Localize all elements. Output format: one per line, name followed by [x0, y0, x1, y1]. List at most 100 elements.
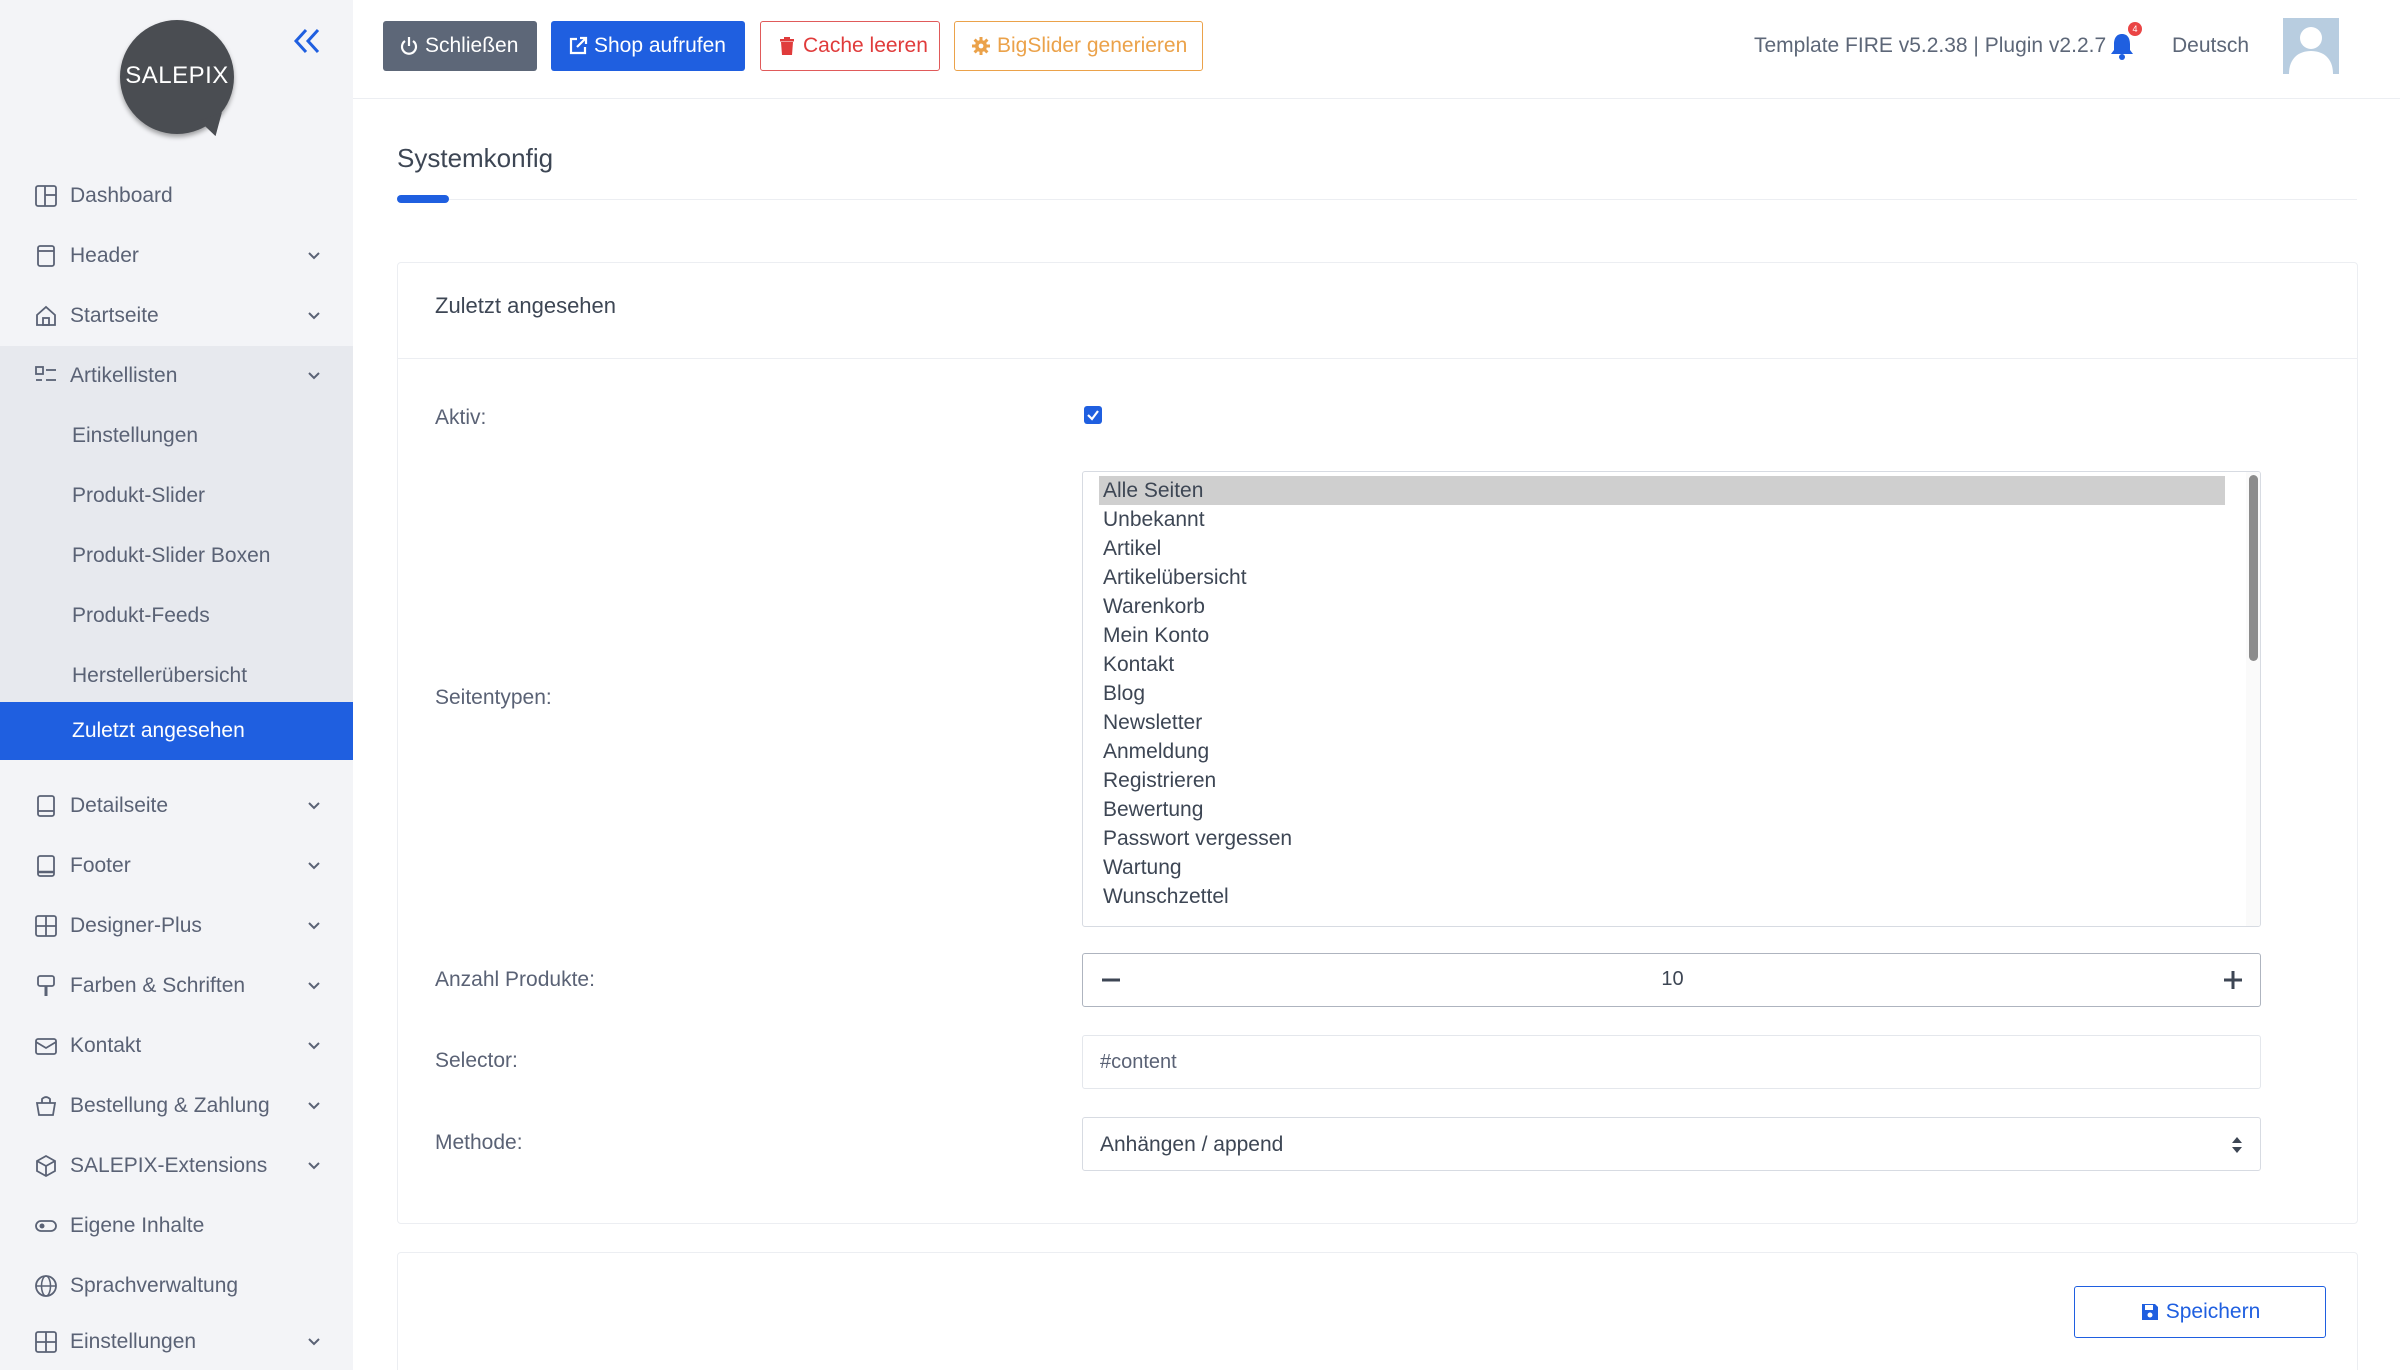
settings-card: Zuletzt angesehen Aktiv: Seitentypen: Al…	[397, 262, 2358, 1224]
header-icon	[37, 245, 55, 267]
sidebar-item-eigene-inhalte[interactable]: Eigene Inhalte	[0, 1196, 353, 1256]
chevron-down-icon	[308, 862, 320, 870]
listbox-option[interactable]: Anmeldung	[1099, 737, 2225, 766]
sidebar-item-bestellung-zahlung[interactable]: Bestellung & Zahlung	[0, 1076, 353, 1136]
language-selector[interactable]: Deutsch	[2172, 34, 2249, 58]
listbox-option[interactable]: Wartung	[1099, 853, 2225, 882]
listbox-scrollbar-thumb[interactable]	[2249, 475, 2258, 661]
sidebar-item-farben-schriften[interactable]: Farben & Schriften	[0, 956, 353, 1016]
sidebar-item-label: Artikellisten	[70, 364, 178, 387]
sidebar-item-dashboard[interactable]: Dashboard	[0, 166, 353, 226]
product-count-stepper: 10	[1082, 953, 2261, 1007]
listbox-option[interactable]: Newsletter	[1099, 708, 2225, 737]
pagetypes-listbox[interactable]: Alle Seiten Unbekannt Artikel Artikelübe…	[1082, 471, 2261, 927]
chevron-down-icon	[308, 312, 320, 320]
sort-arrows-icon	[2232, 1137, 2242, 1153]
sidebar-subitem-zuletzt-angesehen[interactable]: Zuletzt angesehen	[0, 702, 353, 760]
sidebar-item-sprachverwaltung[interactable]: Sprachverwaltung	[0, 1256, 353, 1316]
dashboard-icon	[35, 185, 57, 207]
chevron-down-icon	[308, 1042, 320, 1050]
selector-input[interactable]: #content	[1082, 1035, 2261, 1089]
product-count-value[interactable]: 10	[1183, 968, 2162, 991]
sidebar-item-salepix-extensions[interactable]: SALEPIX-Extensions	[0, 1136, 353, 1196]
sidebar-item-footer[interactable]: Footer	[0, 836, 353, 896]
sidebar-item-startseite[interactable]: Startseite	[0, 286, 353, 346]
listbox-option[interactable]: Mein Konto	[1099, 621, 2225, 650]
chevron-down-icon	[308, 372, 320, 380]
power-icon	[400, 37, 418, 55]
sidebar-item-designer-plus[interactable]: Designer-Plus	[0, 896, 353, 956]
sidebar-subitem-produkt-feeds[interactable]: Produkt-Feeds	[0, 586, 353, 646]
sidebar-item-label: Dashboard	[70, 184, 173, 207]
avatar[interactable]	[2281, 16, 2341, 76]
box-icon	[36, 1154, 56, 1178]
sidebar-subitem-label: Einstellungen	[72, 424, 199, 447]
version-info: Template FIRE v5.2.38 | Plugin v2.2.7	[1754, 34, 2107, 57]
card-title: Zuletzt angesehen	[435, 293, 617, 318]
sidebar-subitem-einstellungen[interactable]: Einstellungen	[0, 406, 353, 466]
sidebar-item-detailseite[interactable]: Detailseite	[0, 776, 353, 836]
listbox-option[interactable]: Unbekannt	[1099, 505, 2225, 534]
card-header: Zuletzt angesehen	[398, 263, 2357, 359]
method-select[interactable]: Anhängen / append	[1082, 1117, 2261, 1171]
page-title: Systemkonfig	[397, 143, 554, 173]
sidebar-subitem-label: Produkt-Slider	[72, 484, 206, 507]
mail-icon	[35, 1038, 57, 1055]
sidebar-item-label: Eigene Inhalte	[70, 1214, 205, 1237]
gear-icon	[972, 37, 990, 55]
sidebar-item-label: Footer	[70, 854, 131, 877]
sidebar-item-label: Sprachverwaltung	[70, 1274, 239, 1297]
save-button[interactable]: Speichern	[2074, 1286, 2326, 1338]
method-label: Methode:	[435, 1131, 523, 1154]
listbox-option[interactable]: Bewertung	[1099, 795, 2225, 824]
chevron-down-icon	[308, 1338, 320, 1346]
settings-grid-icon	[35, 1331, 57, 1353]
minus-icon	[1102, 978, 1120, 982]
salepix-logo[interactable]: SALEPIX	[120, 20, 236, 140]
close-button[interactable]: Schließen	[383, 21, 537, 71]
save-panel: Speichern	[397, 1252, 2358, 1370]
sidebar-subitem-produkt-slider[interactable]: Produkt-Slider	[0, 466, 353, 526]
listbox-option[interactable]: Warenkorb	[1099, 592, 2225, 621]
listbox-option[interactable]: Kontakt	[1099, 650, 2225, 679]
sidebar-item-label: Farben & Schriften	[70, 974, 246, 997]
sidebar-subitem-herstelleruebersicht[interactable]: Herstellerübersicht	[0, 646, 353, 706]
sidebar-item-label: Detailseite	[70, 794, 169, 817]
sidebar-subitem-label: Zuletzt angesehen	[72, 719, 245, 742]
increment-button[interactable]	[2219, 966, 2247, 994]
clear-cache-button-label: Cache leeren	[803, 34, 928, 57]
user-icon	[2289, 27, 2333, 74]
open-shop-button[interactable]: Shop aufrufen	[551, 21, 745, 71]
listbox-option[interactable]: Wunschzettel	[1099, 882, 2225, 911]
collapse-sidebar-button[interactable]	[290, 26, 326, 56]
sidebar-item-label: Einstellungen	[70, 1330, 197, 1353]
sidebar-item-label: Bestellung & Zahlung	[70, 1094, 270, 1117]
sidebar-item-label: Designer-Plus	[70, 914, 202, 937]
chevron-down-icon	[308, 922, 320, 930]
listbox-option[interactable]: Blog	[1099, 679, 2225, 708]
sidebar-item-label: Kontakt	[70, 1034, 142, 1057]
home-icon	[36, 305, 56, 326]
listbox-option[interactable]: Artikel	[1099, 534, 2225, 563]
title-divider	[449, 199, 2357, 200]
sidebar-item-artikellisten[interactable]: Artikellisten	[0, 346, 353, 406]
clear-cache-button[interactable]: Cache leeren	[760, 21, 940, 71]
title-accent-bar	[397, 195, 449, 203]
listbox-option[interactable]: Alle Seiten	[1099, 476, 2225, 505]
sidebar-subitem-produkt-slider-boxen[interactable]: Produkt-Slider Boxen	[0, 526, 353, 586]
active-checkbox[interactable]	[1084, 406, 1102, 424]
listbox-option[interactable]: Passwort vergessen	[1099, 824, 2225, 853]
sidebar-item-kontakt[interactable]: Kontakt	[0, 1016, 353, 1076]
floppy-disk-icon	[2141, 1304, 2158, 1320]
sidebar-item-einstellungen[interactable]: Einstellungen	[0, 1312, 353, 1370]
top-toolbar: Schließen Shop aufrufen Cache leeren Big…	[353, 0, 2400, 99]
generate-bigslider-button[interactable]: BigSlider generieren	[954, 21, 1203, 71]
listbox-option[interactable]: Artikelübersicht	[1099, 563, 2225, 592]
external-link-icon	[569, 36, 588, 55]
double-chevron-left-icon	[293, 28, 320, 54]
basket-icon	[35, 1096, 57, 1116]
decrement-button[interactable]	[1097, 966, 1125, 994]
sidebar-item-label: SALEPIX-Extensions	[70, 1154, 268, 1177]
listbox-option[interactable]: Registrieren	[1099, 766, 2225, 795]
sidebar-item-header[interactable]: Header	[0, 226, 353, 286]
